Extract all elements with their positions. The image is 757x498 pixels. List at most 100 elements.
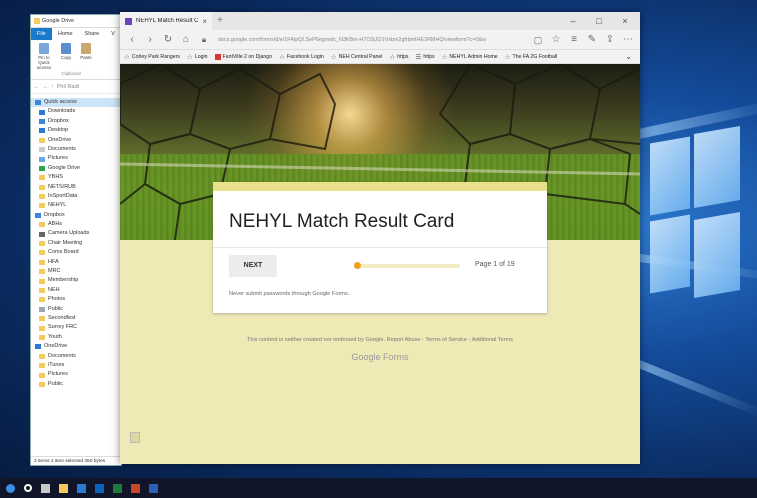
favorite-link[interactable]: ☆ Facebook Login bbox=[279, 53, 324, 61]
nav-item[interactable]: ABHs bbox=[31, 220, 121, 229]
nav-item[interactable]: Camera Uploads bbox=[31, 229, 121, 238]
maximize-button[interactable]: □ bbox=[586, 12, 612, 30]
nav-item[interactable]: YBHS bbox=[31, 173, 121, 182]
address-bar[interactable]: docs.google.com/forms/d/e/1FAIpQLSeP6egn… bbox=[214, 33, 528, 47]
browser-nav-bar: ‹ › ↻ ⌂ 🔒︎ docs.google.com/forms/d/e/1FA… bbox=[120, 30, 640, 50]
nav-item[interactable]: Downloads bbox=[31, 107, 121, 116]
form-card: NEHYL Match Result Card NEXT Page 1 of 1… bbox=[213, 182, 547, 313]
folder-icon bbox=[39, 203, 45, 209]
nav-item[interactable]: NEH bbox=[31, 286, 121, 295]
new-tab-button[interactable]: + bbox=[212, 12, 228, 30]
nav-item[interactable]: Coms Board bbox=[31, 248, 121, 257]
favorites-overflow-chevron-icon[interactable]: ⌄ bbox=[625, 52, 632, 61]
explorer-app-icon bbox=[34, 18, 40, 24]
nav-item[interactable]: Desktop bbox=[31, 126, 121, 135]
up-arrow-icon[interactable]: ↑ bbox=[51, 84, 54, 90]
nav-item[interactable]: Secondfest bbox=[31, 314, 121, 323]
ribbon-tab-home[interactable]: Home bbox=[52, 28, 79, 40]
word-icon[interactable] bbox=[149, 483, 158, 493]
nav-item[interactable]: Chair Meeting bbox=[31, 239, 121, 248]
favorite-link[interactable]: ☆ Login bbox=[187, 53, 208, 61]
form-footer-disclaimer[interactable]: This content is neither created nor endo… bbox=[120, 337, 640, 343]
ribbon-tab-view[interactable]: V bbox=[105, 28, 121, 40]
nav-item[interactable]: MRC bbox=[31, 267, 121, 276]
edge-taskbar-icon[interactable] bbox=[6, 483, 15, 493]
nav-item[interactable]: Membership bbox=[31, 276, 121, 285]
nav-item[interactable]: Pictures bbox=[31, 370, 121, 379]
nav-item[interactable]: OneDrive bbox=[31, 136, 121, 145]
close-tab-icon[interactable]: × bbox=[202, 17, 207, 26]
explorer-titlebar[interactable]: Google Drive bbox=[31, 15, 121, 28]
favorite-link[interactable]: ☆ Corley Park Rangers bbox=[124, 53, 180, 61]
powerpoint-icon[interactable] bbox=[131, 483, 140, 493]
nav-item[interactable]: Documents bbox=[31, 352, 121, 361]
favorite-link[interactable]: ☆ The FA 2G Football bbox=[505, 53, 558, 61]
favorite-link[interactable]: FantVille 2 on Django bbox=[214, 53, 272, 60]
nav-item[interactable]: OneDrive bbox=[31, 342, 121, 351]
explorer-address-bar[interactable]: ← → ↑ Phil Radt bbox=[31, 80, 121, 94]
browser-tab-bar: NEHYL Match Result Ca × + – □ × bbox=[120, 12, 640, 30]
copy-button[interactable]: Copy bbox=[58, 43, 74, 60]
nav-item[interactable]: NEHYL bbox=[31, 201, 121, 210]
nav-item[interactable]: iTunes bbox=[31, 361, 121, 370]
calculator-icon[interactable] bbox=[41, 483, 50, 493]
reading-view-icon[interactable]: ▢ bbox=[530, 32, 546, 48]
nav-item[interactable]: Photos bbox=[31, 295, 121, 304]
minimize-button[interactable]: – bbox=[560, 12, 586, 30]
nav-item[interactable]: Google Drive bbox=[31, 164, 121, 173]
dropbox-icon bbox=[35, 212, 41, 218]
nav-item[interactable]: Quick access bbox=[31, 98, 121, 108]
nav-item[interactable]: InSportData bbox=[31, 192, 121, 201]
back-button[interactable]: ‹ bbox=[124, 32, 140, 48]
pin-quick-access-button[interactable]: Pin to Quick access bbox=[33, 43, 55, 70]
browser-tab-active[interactable]: NEHYL Match Result Ca × bbox=[120, 12, 212, 30]
nav-item[interactable]: HFA bbox=[31, 258, 121, 267]
ribbon-tab-share[interactable]: Share bbox=[79, 28, 106, 40]
favorite-label: Corley Park Rangers bbox=[131, 53, 180, 60]
web-note-icon[interactable]: ✎ bbox=[584, 32, 600, 48]
nav-item-label: Desktop bbox=[48, 127, 69, 134]
file-explorer-icon[interactable] bbox=[59, 483, 68, 493]
nav-item[interactable]: NETS/RUB bbox=[31, 183, 121, 192]
share-icon[interactable]: ⇪ bbox=[602, 32, 618, 48]
favorite-link[interactable]: ☆ NEHYL Admin Home bbox=[442, 53, 498, 61]
paste-button[interactable]: Paste bbox=[77, 43, 95, 60]
card-divider bbox=[213, 247, 547, 248]
nav-item[interactable]: Pictures bbox=[31, 154, 121, 163]
outlook-icon[interactable] bbox=[95, 483, 104, 493]
favorite-link[interactable]: ☆ NEH Central Panel bbox=[331, 53, 383, 61]
nav-item[interactable]: Surrey FRC bbox=[31, 323, 121, 332]
nav-item[interactable]: Public bbox=[31, 305, 121, 314]
hub-icon[interactable]: ≡ bbox=[566, 32, 582, 48]
file-explorer-window[interactable]: Google Drive File Home Share V Pin to Qu… bbox=[30, 14, 122, 466]
forward-button[interactable]: › bbox=[142, 32, 158, 48]
pictures-icon bbox=[39, 156, 45, 162]
search-icon[interactable] bbox=[24, 484, 32, 492]
report-icon[interactable] bbox=[130, 432, 140, 443]
browser-window[interactable]: NEHYL Match Result Ca × + – □ × ‹ › ↻ ⌂ … bbox=[120, 12, 640, 464]
nav-item[interactable]: Youth bbox=[31, 333, 121, 342]
ribbon-tab-file[interactable]: File bbox=[31, 28, 52, 40]
nav-item-label: Photos bbox=[48, 296, 66, 303]
excel-icon[interactable] bbox=[113, 483, 122, 493]
nav-item[interactable]: Dropbox bbox=[31, 211, 121, 220]
back-arrow-icon[interactable]: ← bbox=[34, 84, 40, 90]
nav-item-label: Camera Uploads bbox=[48, 230, 90, 237]
favorite-star-icon[interactable]: ☆ bbox=[548, 32, 564, 48]
home-button[interactable]: ⌂ bbox=[178, 32, 194, 48]
nav-item[interactable]: Dropbox bbox=[31, 117, 121, 126]
store-icon[interactable] bbox=[77, 483, 86, 493]
google-forms-logo[interactable]: Google Forms bbox=[120, 352, 640, 362]
nav-item-label: Membership bbox=[48, 277, 79, 284]
close-window-button[interactable]: × bbox=[612, 12, 638, 30]
nav-item-label: Chair Meeting bbox=[48, 239, 83, 246]
refresh-button[interactable]: ↻ bbox=[160, 32, 176, 48]
explorer-status-bar: 3 items 1 item selected 350 bytes bbox=[31, 456, 121, 465]
favorite-link[interactable]: ☰ https bbox=[416, 53, 435, 61]
favorite-link[interactable]: ☆ https bbox=[389, 53, 408, 61]
next-button[interactable]: NEXT bbox=[229, 255, 277, 277]
more-icon[interactable]: ⋯ bbox=[620, 32, 636, 48]
nav-item[interactable]: Public bbox=[31, 380, 121, 389]
forward-arrow-icon[interactable]: → bbox=[43, 84, 49, 90]
nav-item[interactable]: Documents bbox=[31, 145, 121, 154]
